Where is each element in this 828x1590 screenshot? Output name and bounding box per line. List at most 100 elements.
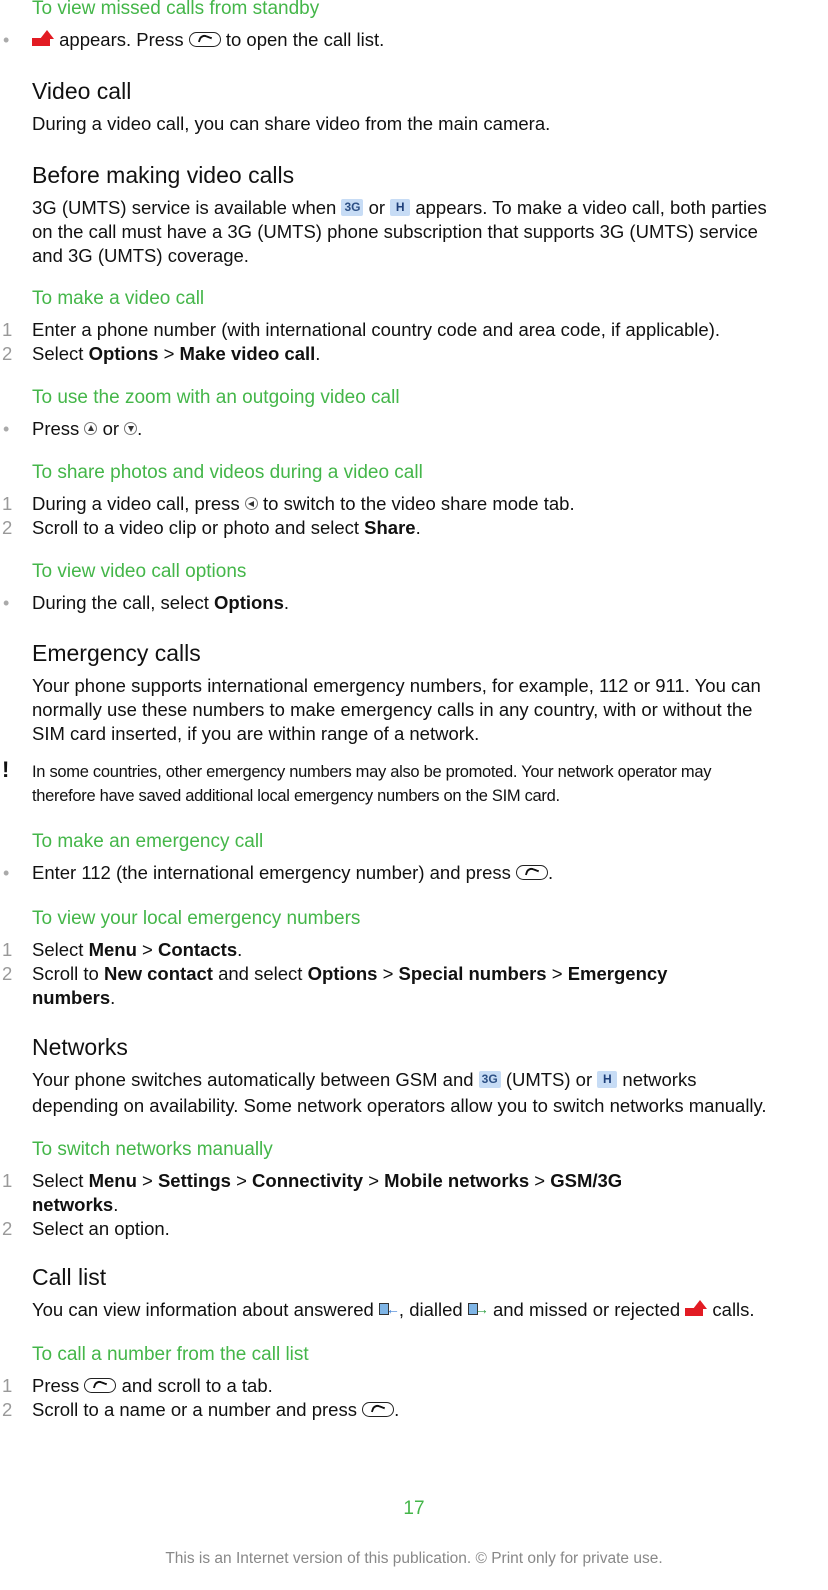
text: .	[394, 1399, 400, 1420]
menu-path-options: Options	[307, 963, 378, 984]
heading-before-video-calls: Before making video calls	[32, 162, 295, 188]
call-key-icon	[362, 1401, 395, 1417]
3g-network-icon: 3G	[478, 1070, 501, 1088]
text: to switch to the video share mode tab.	[263, 493, 575, 514]
heading-call-list: Call list	[32, 1264, 107, 1290]
text: >	[546, 963, 568, 984]
text: calls.	[712, 1299, 755, 1320]
text: depending on availability. Some network …	[32, 1095, 767, 1116]
text: SIM card inserted, if you are within ran…	[32, 723, 480, 744]
menu-path-make-video-call: Make video call	[179, 343, 316, 364]
text: >	[377, 963, 399, 984]
menu-path-menu: Menu	[88, 1170, 137, 1191]
text: >	[158, 343, 180, 364]
note-line1: In some countries, other emergency numbe…	[32, 763, 712, 781]
heading-missed-calls-standby: To view missed calls from standby	[32, 0, 320, 19]
text: Scroll to	[32, 963, 104, 984]
step-number: 1	[2, 939, 13, 960]
call-key-icon	[188, 31, 221, 47]
text: .	[237, 939, 243, 960]
menu-path-connectivity: Connectivity	[252, 1170, 364, 1191]
text: >	[136, 1170, 158, 1191]
text: on the call must have a 3G (UMTS) phone …	[32, 221, 758, 242]
text: .	[315, 343, 321, 364]
text: and select	[212, 963, 308, 984]
text: >	[529, 1170, 551, 1191]
text: normally use these numbers to make emerg…	[32, 699, 753, 720]
text: , dialled	[398, 1299, 463, 1320]
text: appears. To make a video call, both part…	[415, 197, 767, 218]
call-key-icon	[84, 1377, 117, 1393]
text: Your phone switches automatically betwee…	[32, 1069, 474, 1090]
text: .	[110, 987, 116, 1008]
heading-local-emergency: To view your local emergency numbers	[32, 908, 361, 929]
page-number: 17	[403, 1498, 425, 1519]
text: Your phone supports international emerge…	[32, 675, 761, 696]
heading-make-emergency-call: To make an emergency call	[32, 831, 264, 852]
text: .	[283, 592, 290, 613]
missed-call-icon	[32, 30, 54, 47]
step-number: 2	[2, 517, 13, 538]
menu-path-new-contact: New contact	[103, 963, 213, 984]
step-number: 1	[2, 1375, 13, 1396]
step-number: 1	[2, 493, 13, 514]
menu-path-networks: networks	[32, 1194, 114, 1215]
step-number: 2	[2, 343, 13, 364]
step-number: 2	[2, 963, 13, 984]
menu-path-emergency: Emergency	[567, 963, 668, 984]
menu-path-options: Options	[88, 343, 159, 364]
step-text: Enter a phone number (with international…	[32, 319, 721, 340]
text: Enter 112 (the international emergency n…	[32, 862, 511, 883]
hsdpa-network-icon: H	[390, 198, 411, 216]
text: During the call, select	[32, 592, 215, 613]
text: .	[137, 418, 143, 439]
step-number: 1	[2, 1170, 13, 1191]
text: Press	[32, 418, 80, 439]
text: appears. Press	[59, 29, 184, 50]
step-text: Select an option.	[32, 1218, 170, 1239]
text: 3G (UMTS) service is available when	[32, 197, 337, 218]
heading-call-from-list: To call a number from the call list	[32, 1344, 309, 1365]
menu-path-numbers: numbers	[32, 987, 111, 1008]
text: Select	[32, 343, 89, 364]
text: .	[415, 517, 421, 538]
heading-switch-networks: To switch networks manually	[32, 1139, 273, 1160]
heading-emergency-calls: Emergency calls	[32, 640, 201, 666]
menu-path-options: Options	[214, 592, 284, 613]
text: >	[230, 1170, 253, 1191]
text: networks	[622, 1069, 697, 1090]
text: Select	[32, 939, 89, 960]
nav-up-key-icon	[84, 421, 98, 435]
text: >	[363, 1170, 385, 1191]
3g-network-icon: 3G	[341, 198, 364, 216]
text: You can view information about answered	[32, 1299, 374, 1320]
text: Select	[32, 1170, 89, 1191]
text: and scroll to a tab.	[121, 1375, 273, 1396]
text: and missed or rejected	[492, 1299, 681, 1320]
missed-call-icon	[685, 1300, 708, 1317]
text: .	[113, 1194, 119, 1215]
footer-notice: This is an Internet version of this publ…	[165, 1550, 663, 1567]
bullet-marker: •	[3, 30, 10, 50]
text: Press	[32, 1375, 80, 1396]
warning-icon: !	[2, 757, 10, 782]
note-line2: therefore have saved additional local em…	[32, 787, 560, 805]
bullet-marker: •	[3, 419, 10, 439]
call-key-icon	[516, 864, 549, 880]
text: or	[102, 418, 120, 439]
hsdpa-network-icon: H	[597, 1070, 618, 1088]
heading-make-video-call: To make a video call	[32, 288, 205, 309]
text: (UMTS) or	[505, 1069, 593, 1090]
step-number: 2	[2, 1218, 13, 1239]
step-number: 1	[2, 319, 13, 340]
bullet-marker: •	[3, 593, 10, 613]
menu-path-settings: Settings	[157, 1170, 231, 1191]
heading-video-call: Video call	[32, 78, 132, 104]
heading-view-video-options: To view video call options	[32, 561, 247, 582]
menu-path-share: Share	[364, 517, 416, 538]
bullet-marker: •	[3, 863, 10, 883]
dialled-call-icon	[467, 1297, 489, 1321]
nav-down-key-icon	[124, 421, 138, 435]
text: During a video call, press	[32, 493, 240, 514]
heading-share-photos-videos: To share photos and videos during a vide…	[32, 462, 423, 483]
